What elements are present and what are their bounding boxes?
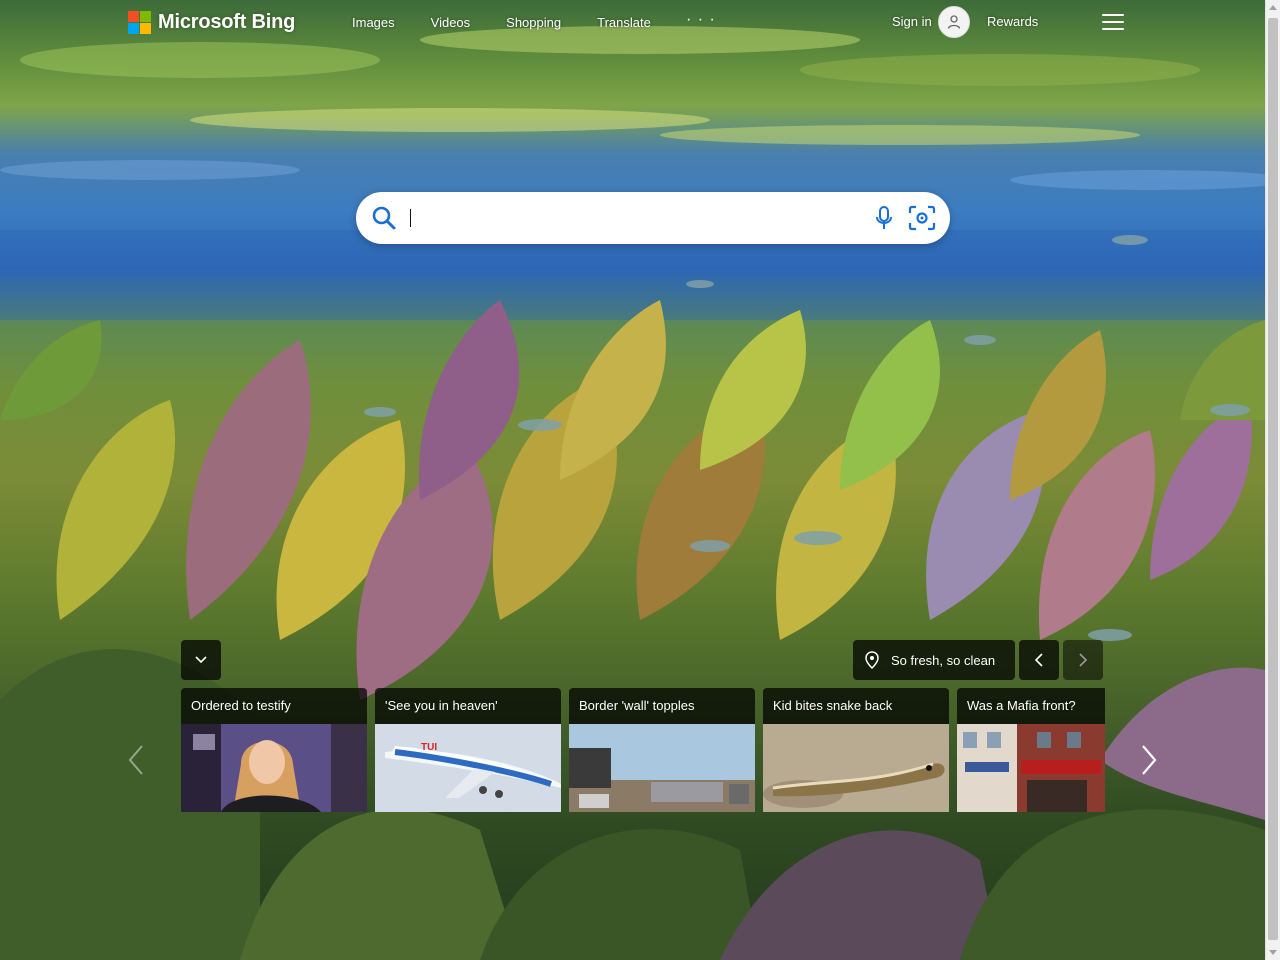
news-card-thumbnail <box>763 724 949 812</box>
underwater-plants-illustration <box>0 26 1265 960</box>
bing-logo[interactable]: Microsoft Bing <box>128 10 295 34</box>
news-card[interactable]: Kid bites snake back <box>763 688 949 812</box>
nav-images[interactable]: Images <box>352 15 395 30</box>
user-icon <box>947 15 961 29</box>
visual-search-icon[interactable] <box>908 205 936 231</box>
nav-shopping[interactable]: Shopping <box>506 15 561 30</box>
search-input[interactable] <box>408 202 848 234</box>
news-card[interactable]: Border 'wall' topples <box>569 688 755 812</box>
more-menu-button[interactable]: · · · <box>686 11 716 29</box>
news-card[interactable]: 'See you in heaven' TUI <box>375 688 561 812</box>
sign-in-link[interactable]: Sign in <box>892 14 932 29</box>
news-card-title: Ordered to testify <box>191 698 291 713</box>
hamburger-menu-button[interactable] <box>1102 14 1124 30</box>
previous-image-button[interactable] <box>1019 640 1059 680</box>
news-card-thumbnail <box>957 724 1105 812</box>
search-icon[interactable] <box>371 205 397 231</box>
scroll-up-arrow[interactable] <box>1269 5 1277 10</box>
location-pin-icon <box>865 651 879 669</box>
microsoft-logo-icon <box>128 10 151 34</box>
news-card[interactable]: Was a Mafia front? <box>957 688 1105 812</box>
news-card-thumbnail: TUI <box>375 724 561 812</box>
news-prev-arrow-icon[interactable] <box>124 744 148 776</box>
news-card-title: Was a Mafia front? <box>967 698 1076 713</box>
avatar[interactable] <box>938 6 970 38</box>
news-card-thumbnail <box>569 724 755 812</box>
image-of-day-info[interactable]: So fresh, so clean <box>853 640 1015 680</box>
svg-text:TUI: TUI <box>421 742 437 753</box>
news-next-arrow-icon[interactable] <box>1137 744 1161 776</box>
brand-name: Microsoft Bing <box>158 10 296 33</box>
rewards-link[interactable]: Rewards <box>987 14 1038 29</box>
page-scrollbar[interactable] <box>1265 0 1280 960</box>
search-box <box>356 192 950 244</box>
news-card-thumbnail <box>181 724 367 812</box>
image-of-day-title: So fresh, so clean <box>891 652 996 668</box>
next-image-button[interactable] <box>1063 640 1103 680</box>
news-card-title: Kid bites snake back <box>773 698 893 713</box>
top-nav: Images Videos Shopping Translate <box>352 15 651 30</box>
nav-videos[interactable]: Videos <box>431 15 471 30</box>
collapse-feed-button[interactable] <box>181 640 221 680</box>
text-cursor <box>410 209 411 227</box>
microphone-icon[interactable] <box>874 205 894 231</box>
news-carousel: Ordered to testify 'See you in heaven' T… <box>181 688 1105 812</box>
news-card-title: Border 'wall' topples <box>579 698 695 713</box>
nav-translate[interactable]: Translate <box>597 15 651 30</box>
scrollbar-thumb[interactable] <box>1268 18 1278 940</box>
scroll-down-arrow[interactable] <box>1269 950 1277 955</box>
chevron-down-icon <box>195 656 207 664</box>
header: Microsoft Bing Images Videos Shopping Tr… <box>0 0 1265 46</box>
news-card[interactable]: Ordered to testify <box>181 688 367 812</box>
chevron-left-icon <box>1034 653 1043 667</box>
background-image <box>0 0 1265 960</box>
news-card-title: 'See you in heaven' <box>385 698 498 713</box>
chevron-right-icon <box>1079 653 1088 667</box>
